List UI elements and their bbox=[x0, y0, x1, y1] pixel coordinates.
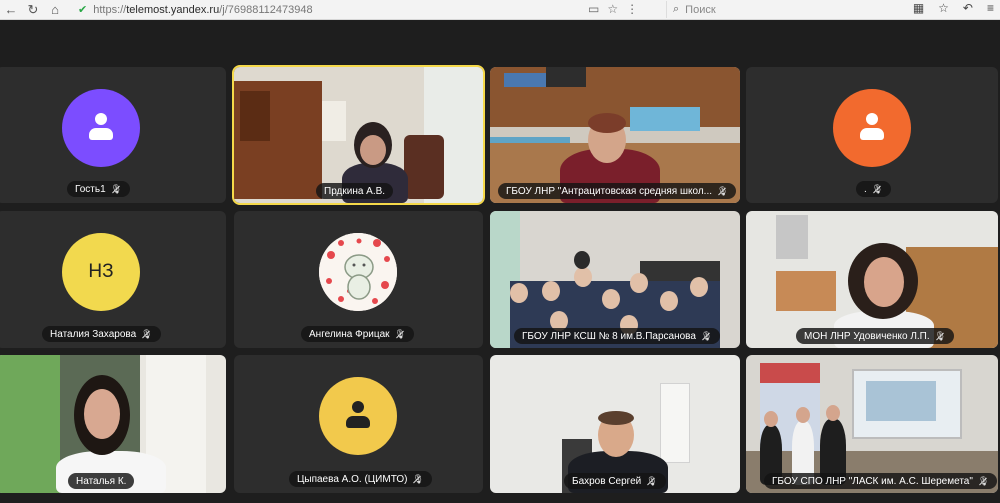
menu-icon[interactable]: ≡ bbox=[987, 1, 994, 15]
reader-mode-icon[interactable]: ▭ bbox=[588, 2, 599, 16]
person-icon bbox=[858, 113, 886, 143]
person-icon bbox=[344, 401, 372, 431]
search-placeholder: Поиск bbox=[685, 3, 716, 16]
participant-tile[interactable]: Гость1 🎙 bbox=[0, 67, 226, 203]
participant-tile[interactable]: Наталья К. bbox=[0, 355, 226, 493]
avatar bbox=[833, 89, 911, 167]
mic-off-icon: 🎙 bbox=[977, 475, 990, 486]
more-options-icon[interactable]: ⋮ bbox=[626, 2, 638, 16]
history-back-icon[interactable]: ↶ bbox=[963, 1, 973, 15]
participant-name: МОН ЛНР Удовиченко Л.П. 🎙 bbox=[796, 328, 955, 344]
bookmarks-icon[interactable]: ☆ bbox=[938, 1, 949, 15]
browser-right-icons: ▦ ☆ ↶ ≡ bbox=[913, 1, 994, 15]
mic-off-icon: 🎙 bbox=[934, 330, 947, 341]
participant-name: . 🎙 bbox=[856, 181, 892, 197]
participant-tile[interactable]: Прдкина А.В. bbox=[232, 65, 485, 205]
search-input[interactable]: ⌕ Поиск bbox=[666, 1, 892, 18]
browser-toolbar: ← ↻ ⌂ ✔ https://telemost.yandex.ru/j/769… bbox=[0, 0, 1000, 20]
mic-off-icon: 🎙 bbox=[700, 330, 713, 341]
participant-name: ГБОУ ЛНР КСШ № 8 им.В.Парсанова 🎙 bbox=[514, 328, 721, 344]
mic-off-icon: 🎙 bbox=[110, 183, 123, 194]
participant-tile[interactable]: МОН ЛНР Удовиченко Л.П. 🎙 bbox=[746, 211, 998, 348]
participant-tile[interactable]: ГБОУ СПО ЛНР "ЛАСК им. А.С. Шеремета" 🎙 bbox=[746, 355, 998, 493]
mic-off-icon: 🎙 bbox=[717, 185, 729, 196]
participant-name: Бахров Сергей 🎙 bbox=[564, 473, 666, 489]
mic-off-icon: 🎙 bbox=[141, 328, 153, 339]
avatar-initials: НЗ bbox=[88, 261, 114, 282]
participant-name: Прдкина А.В. bbox=[316, 183, 394, 199]
bookmark-star-icon[interactable]: ☆ bbox=[607, 2, 618, 16]
participant-name: Наталья К. bbox=[68, 473, 135, 489]
person-icon bbox=[87, 113, 115, 143]
avatar bbox=[62, 89, 140, 167]
participant-name: Гость1 🎙 bbox=[67, 181, 131, 197]
participant-tile[interactable]: . 🎙 bbox=[746, 67, 998, 203]
mic-off-icon: 🎙 bbox=[412, 473, 424, 484]
participant-tile[interactable]: Ангелина Фрицак 🎙 bbox=[234, 211, 483, 348]
participant-tile[interactable]: НЗ Наталия Захарова 🎙 bbox=[0, 211, 226, 348]
participant-name: Цыпаева А.О. (ЦИМТО) 🎙 bbox=[289, 471, 432, 487]
avatar-image bbox=[319, 233, 397, 311]
mic-off-icon: 🎙 bbox=[646, 475, 658, 486]
participant-tile[interactable]: Бахров Сергей 🎙 bbox=[490, 355, 740, 493]
mic-off-icon: 🎙 bbox=[871, 183, 884, 194]
participant-name: ГБОУ СПО ЛНР "ЛАСК им. А.С. Шеремета" 🎙 bbox=[764, 473, 998, 489]
participant-name: ГБОУ ЛНР "Антрацитовская средняя школ...… bbox=[498, 183, 737, 199]
conference-grid: Гость1 🎙 Прдкина А.В. ГБОУ ЛНР "Антрацит… bbox=[0, 21, 1000, 503]
mic-off-icon: 🎙 bbox=[394, 328, 406, 339]
participant-tile[interactable]: ГБОУ ЛНР КСШ № 8 им.В.Парсанова 🎙 bbox=[490, 211, 740, 348]
secure-shield-icon: ✔ bbox=[78, 4, 88, 16]
address-bar[interactable]: ✔ https://telemost.yandex.ru/j/769881124… bbox=[74, 1, 658, 18]
reload-icon[interactable]: ↻ bbox=[22, 0, 44, 20]
participant-name: Наталия Захарова 🎙 bbox=[42, 326, 161, 342]
search-icon: ⌕ bbox=[673, 3, 680, 15]
address-bar-actions: ▭ ☆ ⋮ bbox=[588, 2, 638, 16]
avatar: НЗ bbox=[62, 233, 140, 311]
back-icon[interactable]: ← bbox=[0, 0, 22, 20]
participant-tile[interactable]: ГБОУ ЛНР "Антрацитовская средняя школ...… bbox=[490, 67, 740, 203]
participant-tile[interactable]: Цыпаева А.О. (ЦИМТО) 🎙 bbox=[234, 355, 483, 493]
cartoon-avatar-icon bbox=[319, 233, 397, 311]
participant-name: Ангелина Фрицак 🎙 bbox=[301, 326, 414, 342]
url-text: https://telemost.yandex.ru/j/76988112473… bbox=[93, 3, 313, 16]
apps-grid-icon[interactable]: ▦ bbox=[913, 1, 924, 15]
avatar bbox=[319, 377, 397, 455]
home-icon[interactable]: ⌂ bbox=[44, 0, 66, 20]
